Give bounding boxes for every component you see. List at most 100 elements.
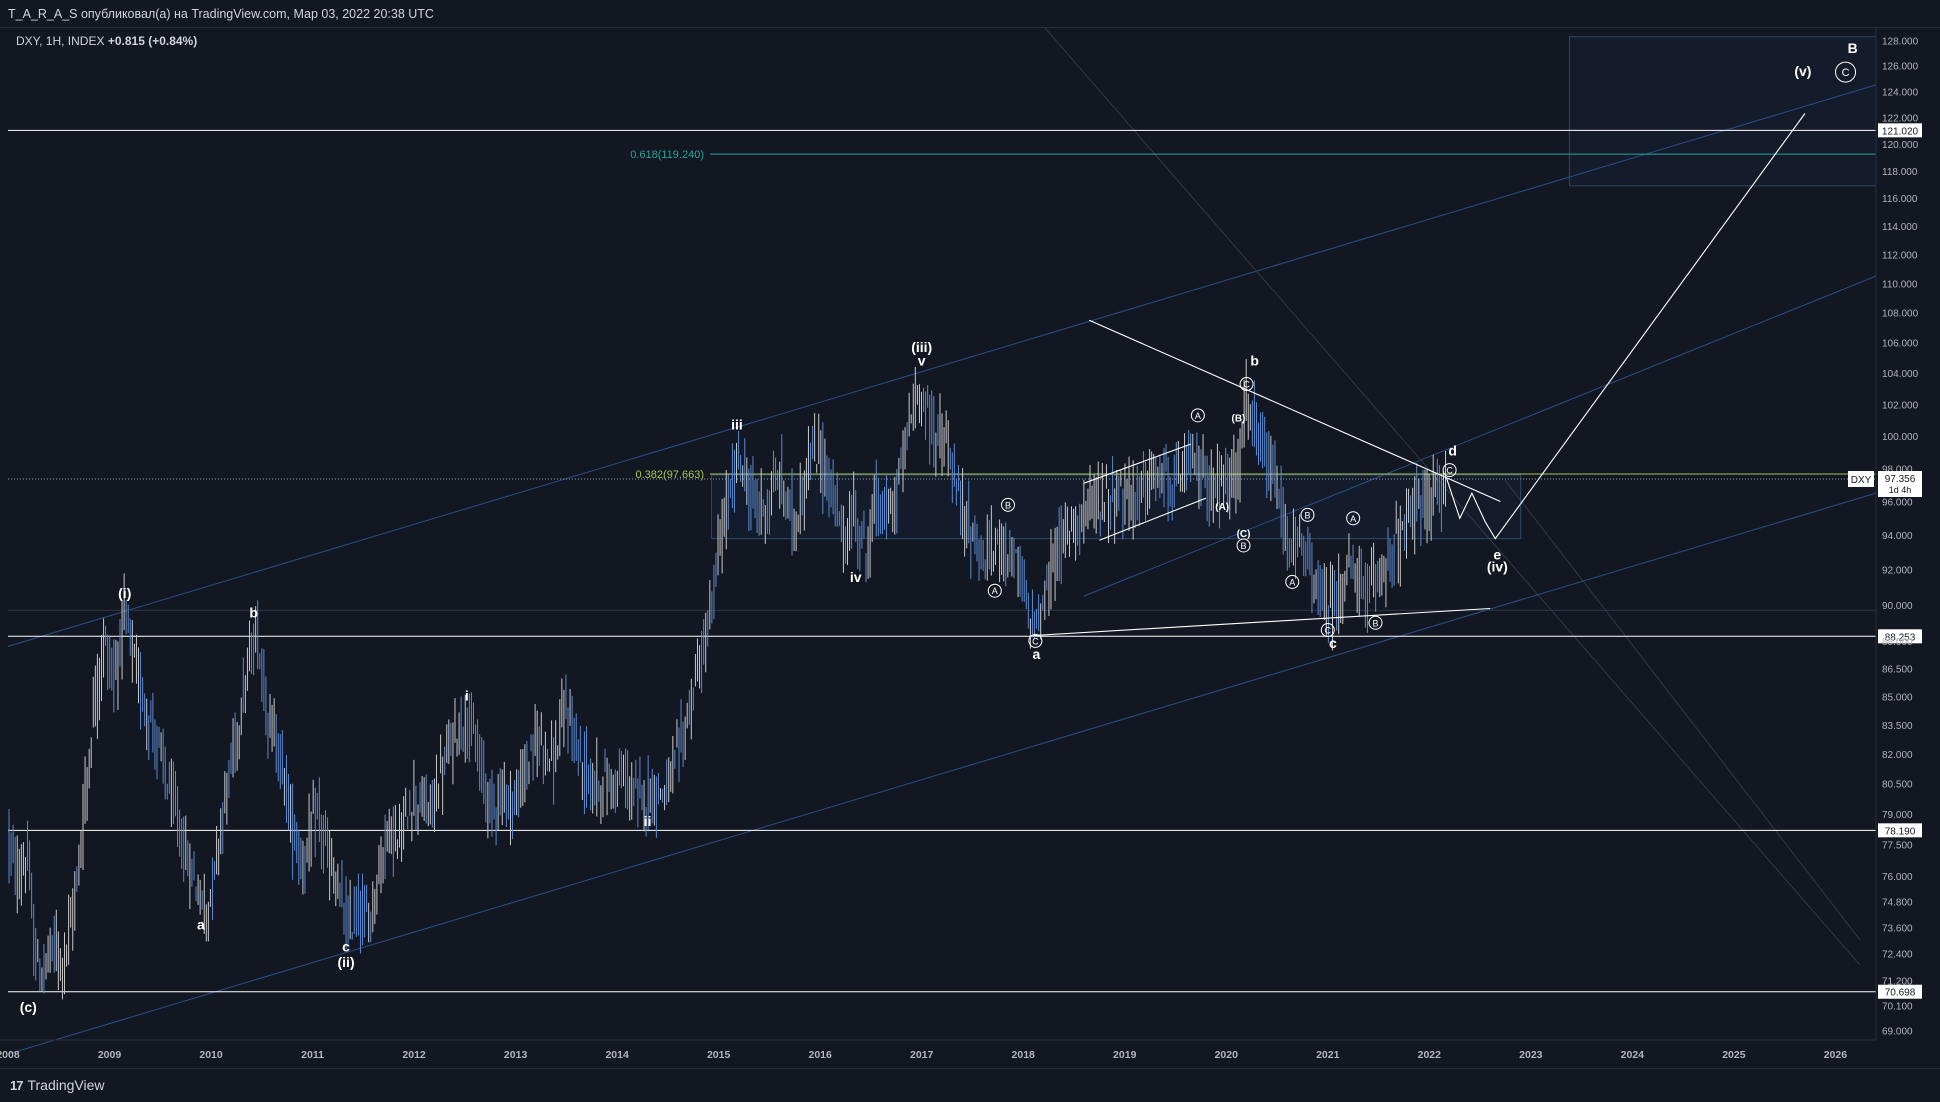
y-tick-label: 106.000	[1882, 339, 1919, 350]
y-tick-label: 71.200	[1882, 976, 1913, 987]
wave-label: d	[1448, 442, 1457, 458]
y-tick-label: 122.000	[1882, 113, 1919, 124]
wave-label: b	[249, 604, 258, 620]
wave-label: i	[465, 687, 469, 703]
wave-label: a	[1033, 646, 1041, 662]
y-tick-label: 85.000	[1882, 692, 1913, 703]
x-tick-label: 2025	[1722, 1049, 1746, 1061]
wave-label: c	[342, 938, 350, 954]
y-tick-label: 86.500	[1882, 664, 1913, 675]
y-tick-label: 102.000	[1882, 400, 1919, 411]
triangle-lower-line	[1033, 607, 1491, 637]
logo-mark-icon: 17	[10, 1077, 24, 1093]
circled-wave-label: B	[1304, 510, 1310, 520]
y-tick-label: 108.000	[1882, 309, 1919, 320]
y-tick-label: 77.500	[1882, 841, 1913, 852]
wave-label: (iv)	[1487, 558, 1508, 574]
y-tick-label: 79.000	[1882, 810, 1913, 821]
y-tick-label: 72.400	[1882, 950, 1913, 961]
publisher-bar: T_A_R_A_S опубликовал(а) на TradingView.…	[0, 0, 1940, 28]
x-tick-label: 2018	[1012, 1049, 1036, 1061]
y-tick-label: 70.100	[1882, 1001, 1913, 1012]
y-tick-label: 76.000	[1882, 872, 1913, 883]
circled-wave-label: B	[1241, 541, 1247, 551]
wave-label: iii	[731, 417, 743, 433]
y-tick-label: 92.000	[1882, 566, 1913, 577]
y-tick-label: 118.000	[1882, 167, 1918, 178]
circled-wave-label: C	[1446, 466, 1453, 476]
circled-wave-label: C	[1842, 67, 1850, 79]
wave-label: (i)	[118, 585, 131, 601]
circled-wave-label: B	[1372, 618, 1378, 628]
x-tick-label: 2009	[98, 1049, 122, 1061]
x-tick-label: 2022	[1418, 1049, 1442, 1061]
publisher-line: T_A_R_A_S опубликовал(а) на TradingView.…	[8, 7, 434, 21]
circled-wave-label: A	[1350, 514, 1356, 524]
x-tick-label: 2008	[0, 1049, 20, 1061]
y-tick-label: 128.000	[1882, 36, 1919, 47]
wave-label: v	[918, 353, 926, 369]
y-tick-label: 90.000	[1882, 601, 1913, 612]
circled-wave-label: A	[992, 586, 998, 596]
wave-label: (c)	[20, 999, 37, 1015]
x-tick-label: 2010	[199, 1049, 223, 1061]
x-tick-label: 2017	[910, 1049, 934, 1061]
y-tick-label: 73.600	[1882, 923, 1913, 934]
footer-bar: 17 TradingView	[0, 1068, 1940, 1102]
wave-label: ii	[644, 813, 652, 829]
y-tick-label: 88.000	[1882, 637, 1913, 648]
x-tick-label: 2016	[808, 1049, 832, 1061]
circled-wave-label: C	[1032, 636, 1039, 646]
wave-label: iv	[850, 569, 862, 585]
x-tick-label: 2011	[301, 1049, 324, 1061]
circled-wave-label: A	[1289, 577, 1295, 587]
x-tick-label: 2021	[1316, 1049, 1340, 1061]
sub-wave-label: (C)	[1237, 529, 1251, 540]
price-tag-value: 97.356	[1885, 474, 1916, 485]
x-tick-label: 2026	[1824, 1049, 1848, 1061]
circled-wave-label: C	[1243, 380, 1250, 390]
x-tick-label: 2020	[1215, 1049, 1239, 1061]
y-tick-label: 104.000	[1882, 369, 1919, 380]
x-tick-label: 2015	[707, 1049, 731, 1061]
fib-level-label: 0.382(97.663)	[636, 469, 705, 481]
sub-wave-label: (B)	[1231, 414, 1245, 425]
circled-wave-label: A	[1195, 411, 1201, 421]
y-tick-label: 80.500	[1882, 780, 1913, 791]
wave-label: b	[1250, 353, 1259, 369]
y-tick-label: 110.000	[1882, 279, 1918, 290]
x-tick-label: 2019	[1113, 1049, 1137, 1061]
x-tick-label: 2023	[1519, 1049, 1543, 1061]
y-tick-label: 69.000	[1882, 1027, 1913, 1038]
wave-label: a	[197, 916, 205, 932]
y-tick-label: 116.000	[1882, 194, 1918, 205]
y-tick-label: 82.000	[1882, 750, 1913, 761]
tradingview-logo[interactable]: 17 TradingView	[10, 1077, 105, 1093]
level-tag-label: 78.190	[1885, 826, 1916, 837]
y-tick-label: 100.000	[1882, 432, 1919, 443]
target-zone-box	[1568, 36, 1877, 187]
wave-label: (v)	[1794, 63, 1811, 79]
symbol-tag-label: DXY	[1851, 475, 1872, 486]
y-tick-label: 114.000	[1882, 222, 1918, 233]
y-tick-label: 96.000	[1882, 497, 1913, 508]
sub-wave-label: (A)	[1215, 502, 1229, 513]
y-tick-label: 112.000	[1882, 250, 1918, 261]
circled-wave-label: C	[1325, 626, 1332, 636]
price-chart[interactable]: 121.02088.25378.19070.6980.382(97.663)0.…	[0, 28, 1940, 1068]
fib-level-label: 0.618(119.240)	[630, 149, 704, 161]
channel-line	[7, 492, 1877, 1055]
y-tick-label: 126.000	[1882, 62, 1919, 73]
x-tick-label: 2013	[504, 1049, 528, 1061]
y-tick-label: 94.000	[1882, 531, 1913, 542]
wave-label: (ii)	[338, 954, 355, 970]
y-tick-label: 74.800	[1882, 897, 1913, 908]
wave-label: c	[1329, 635, 1337, 651]
x-tick-label: 2014	[605, 1049, 629, 1061]
level-tag-label: 121.020	[1882, 126, 1919, 137]
y-tick-label: 83.500	[1882, 721, 1913, 732]
y-tick-label: 124.000	[1882, 87, 1919, 98]
circled-wave-label: B	[1005, 500, 1011, 510]
wave-label: B	[1848, 40, 1858, 56]
y-tick-label: 120.000	[1882, 140, 1919, 151]
